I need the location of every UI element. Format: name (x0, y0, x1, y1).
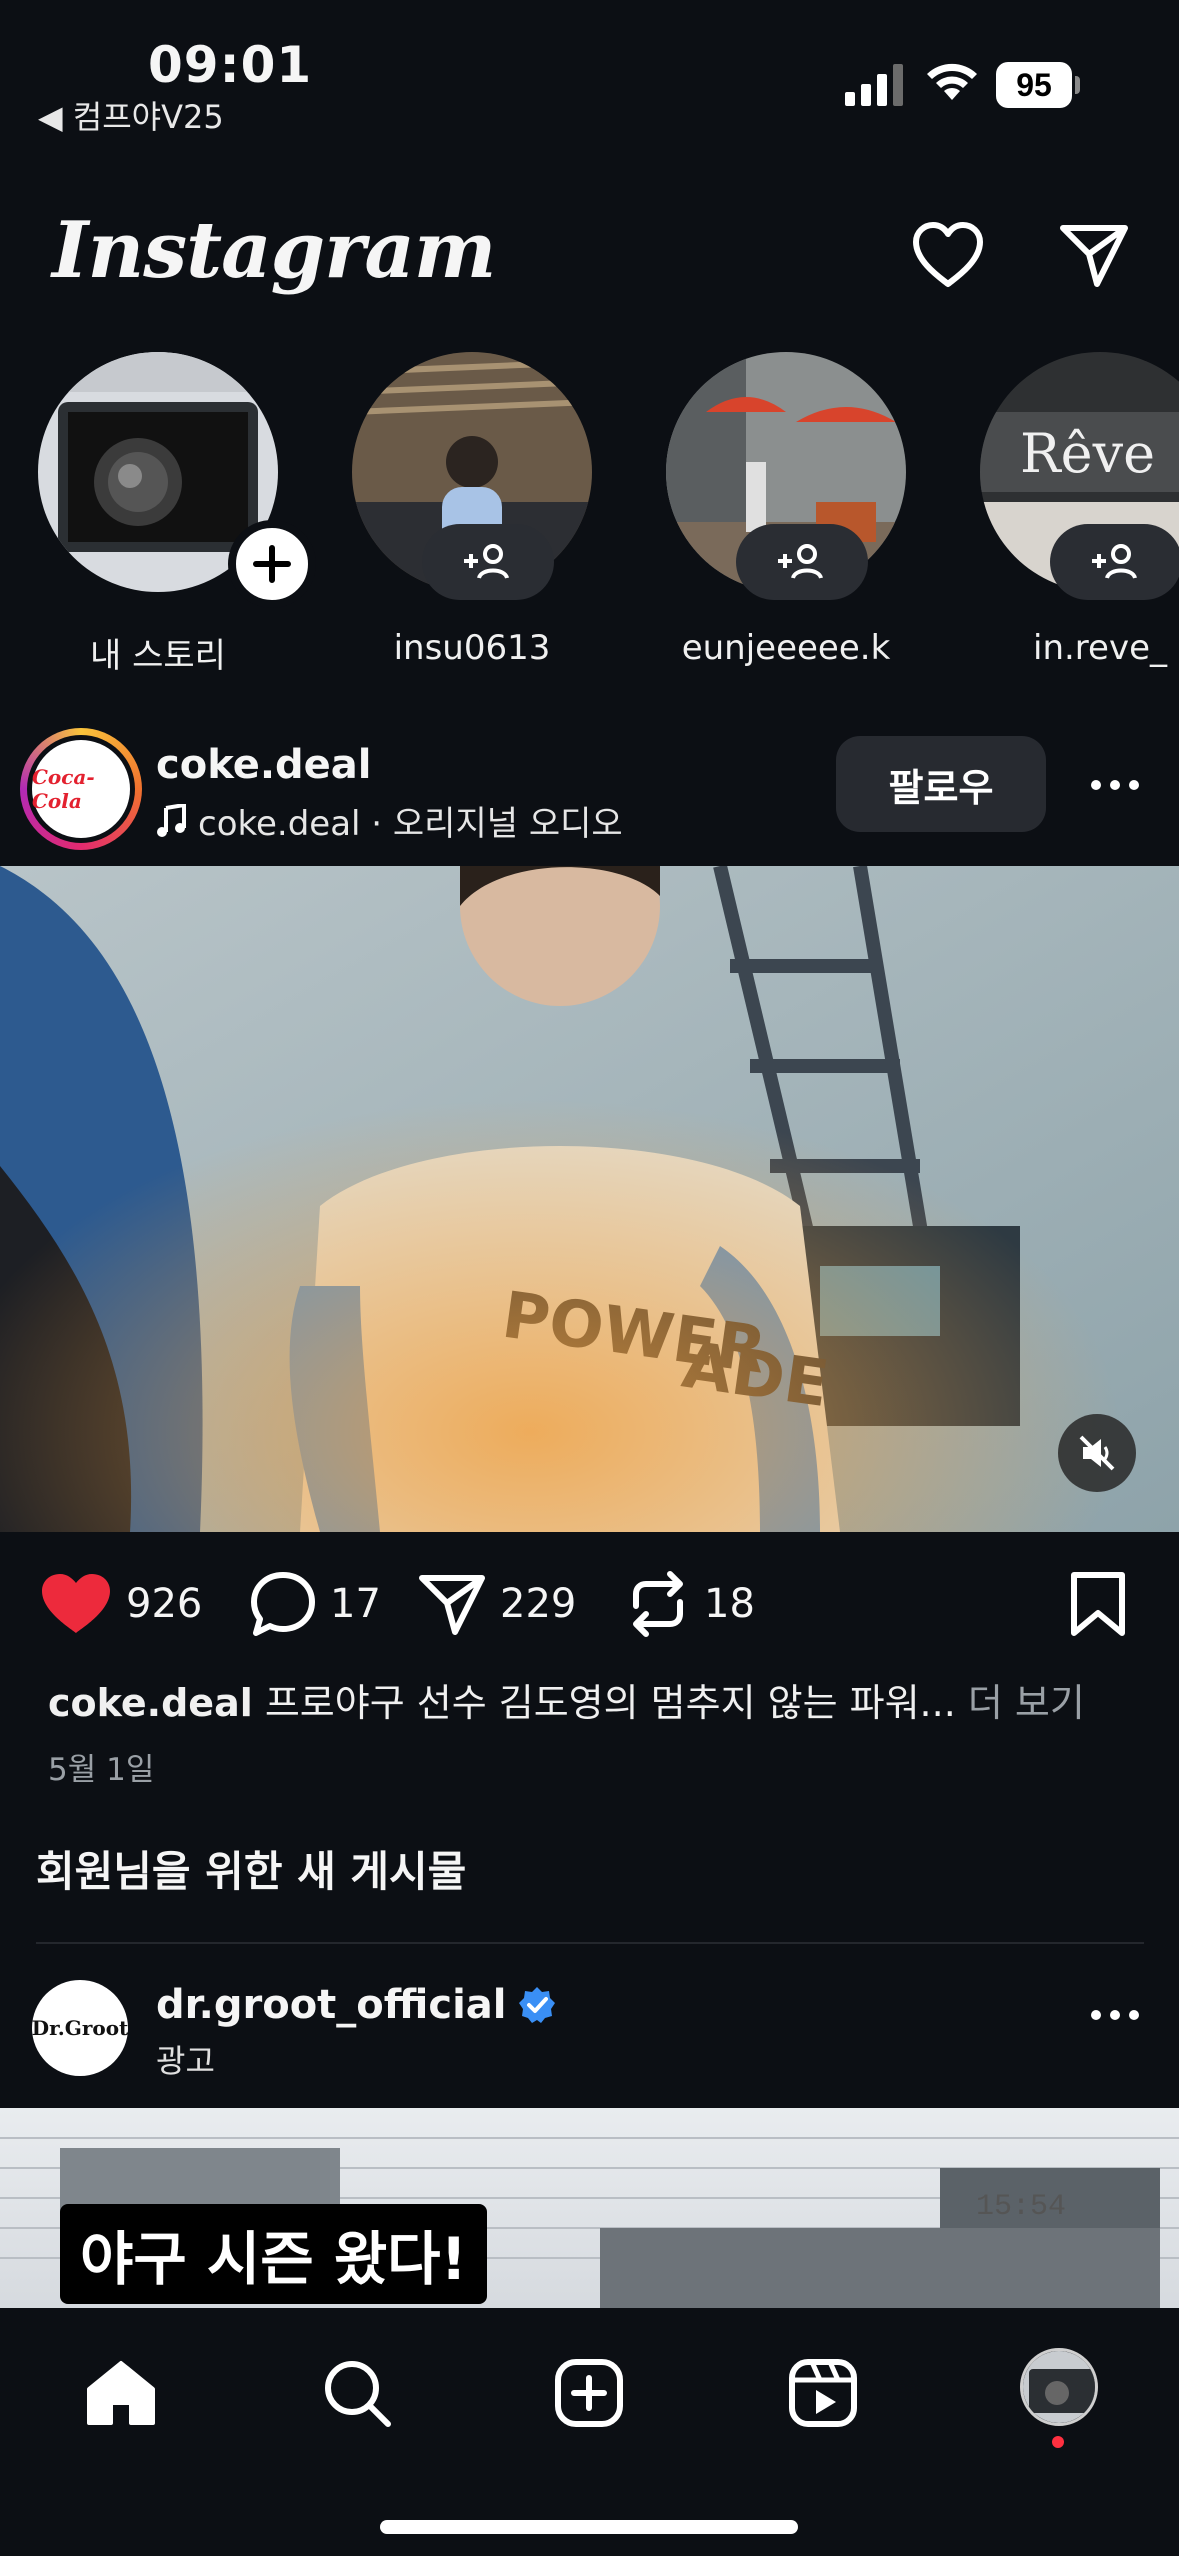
repost-action[interactable]: 18 (626, 1568, 755, 1640)
post-audio[interactable]: coke.deal · 오리지널 오디오 (156, 796, 623, 845)
home-icon (87, 2361, 155, 2425)
status-time: 09:01 (148, 36, 313, 94)
sponsor-username-row[interactable]: dr.groot_official (156, 1982, 557, 2028)
plus-icon (253, 545, 291, 583)
instagram-logo[interactable]: Instagram (52, 205, 496, 296)
save-bookmark-button[interactable] (1070, 1568, 1126, 1640)
reels-icon (789, 2359, 857, 2427)
share-count: 229 (500, 1581, 577, 1627)
story-name: eunjeeeee.k (681, 628, 891, 668)
baseball-player-video-frame: POWER ADE (0, 866, 1179, 1532)
heart-filled-icon (42, 1574, 110, 1633)
battery-indicator: 95 (996, 62, 1080, 108)
tab-profile[interactable] (1020, 2348, 1098, 2426)
story-name: in.reve_ (1033, 628, 1167, 668)
caption-text: 프로야구 선수 김도영의 멈추지 않는 파워... (252, 1681, 956, 1725)
coca-cola-logo-text: Coca-Cola (32, 765, 95, 813)
activity-heart-button[interactable] (908, 215, 988, 295)
comment-count: 17 (330, 1581, 381, 1627)
direct-messages-button[interactable] (1054, 215, 1134, 295)
sponsored-label: 광고 (156, 2042, 215, 2080)
post-more-button[interactable] (1080, 760, 1150, 810)
comment-action[interactable]: 17 (250, 1568, 381, 1640)
more-dots-icon (1091, 780, 1139, 790)
svg-text:Rêve: Rêve (1020, 422, 1155, 485)
post-username[interactable]: coke.deal (156, 742, 372, 788)
story-in-reve[interactable]: Rêve in.reve_ (980, 352, 1179, 682)
cellular-signal-icon (845, 64, 903, 106)
tab-search[interactable] (312, 2348, 402, 2438)
status-bar: 09:01 ◀ 컴프야V25 95 (0, 0, 1179, 150)
add-story-button[interactable] (228, 520, 316, 608)
heart-outline-icon (913, 222, 983, 287)
paper-plane-icon (419, 1575, 485, 1635)
share-action[interactable]: 229 (418, 1568, 576, 1640)
profile-avatar (1023, 2351, 1095, 2423)
add-person-icon (464, 544, 509, 579)
more-dots-icon (1091, 2010, 1139, 2020)
add-person-icon (1092, 544, 1137, 579)
post-author-avatar[interactable]: Coca-Cola (20, 728, 142, 850)
story-name: insu0613 (393, 628, 551, 668)
caption-username[interactable]: coke.deal (48, 1681, 253, 1725)
sponsor-avatar[interactable]: Dr.Groot (32, 1980, 128, 2076)
tab-home[interactable] (76, 2348, 166, 2438)
plus-square-icon (555, 2359, 623, 2427)
back-to-app-link[interactable]: ◀ 컴프야V25 (38, 92, 224, 138)
battery-level: 95 (996, 62, 1072, 108)
sponsored-post-header: Dr.Groot dr.groot_official 광고 (0, 1972, 1179, 2092)
muted-speaker-icon (1079, 1435, 1115, 1471)
story-own[interactable]: 내 스토리 (38, 352, 316, 682)
avatar-inner: Coca-Cola (27, 735, 135, 843)
bookmark-icon (1071, 1572, 1125, 1636)
stories-tray: 내 스토리 insu0613 eunjeeeee.k Rêve in.reve_ (0, 352, 1179, 682)
repost-count: 18 (704, 1581, 755, 1627)
section-title: 회원님을 위한 새 게시물 (36, 1847, 467, 1896)
story-insu0613[interactable]: insu0613 (352, 352, 592, 682)
post-caption[interactable]: coke.deal 프로야구 선수 김도영의 멈추지 않는 파워... 더 보기 (48, 1672, 1148, 1727)
wifi-icon (927, 63, 977, 100)
add-person-icon (778, 544, 823, 579)
story-eunjeeeee[interactable]: eunjeeeee.k (666, 352, 906, 682)
home-indicator[interactable] (380, 2520, 798, 2534)
verified-badge-icon (518, 1987, 555, 2023)
post-date: 5월 1일 (48, 1752, 155, 1788)
coca-cola-logo: Coca-Cola (32, 740, 130, 838)
post-actions: 926 17 229 18 (0, 1560, 1179, 1650)
battery-cap (1075, 76, 1080, 94)
ad-headline: 야구 시즌 왔다! (60, 2204, 487, 2304)
mute-toggle-button[interactable] (1058, 1414, 1136, 1492)
follow-suggest-chip[interactable] (1050, 524, 1179, 600)
sponsored-post-media[interactable]: 15:54 야구 시즌 왔다! (0, 2108, 1179, 2308)
paper-plane-icon (1060, 225, 1128, 287)
like-action[interactable]: 926 (40, 1568, 202, 1640)
follow-suggest-chip[interactable] (422, 524, 554, 600)
comment-bubble-icon (251, 1572, 315, 1636)
sponsor-username: dr.groot_official (156, 1982, 507, 2028)
profile-notification-dot (1052, 2436, 1064, 2448)
music-note-icon (157, 803, 186, 837)
section-divider (36, 1942, 1144, 1944)
follow-suggest-chip[interactable] (736, 524, 868, 600)
post-audio-label: coke.deal · 오리지널 오디오 (198, 804, 623, 844)
post-header: Coca-Cola coke.deal coke.deal · 오리지널 오디오… (0, 722, 1179, 862)
scoreboard-time: 15:54 (976, 2190, 1067, 2224)
search-icon (325, 2361, 391, 2427)
follow-button[interactable]: 팔로우 (836, 736, 1046, 832)
bottom-tab-bar (0, 2308, 1179, 2556)
tab-create[interactable] (544, 2348, 634, 2438)
sponsor-avatar-text: Dr.Groot (31, 2016, 129, 2040)
tab-reels[interactable] (778, 2348, 868, 2438)
story-name: 내 스토리 (90, 636, 226, 676)
sponsored-more-button[interactable] (1080, 1990, 1150, 2040)
post-video[interactable]: POWER ADE (0, 866, 1179, 1532)
repost-icon (633, 1571, 683, 1637)
app-header: Instagram (0, 180, 1179, 330)
like-count: 926 (126, 1581, 203, 1627)
caption-more-link[interactable]: 더 보기 (956, 1681, 1085, 1725)
